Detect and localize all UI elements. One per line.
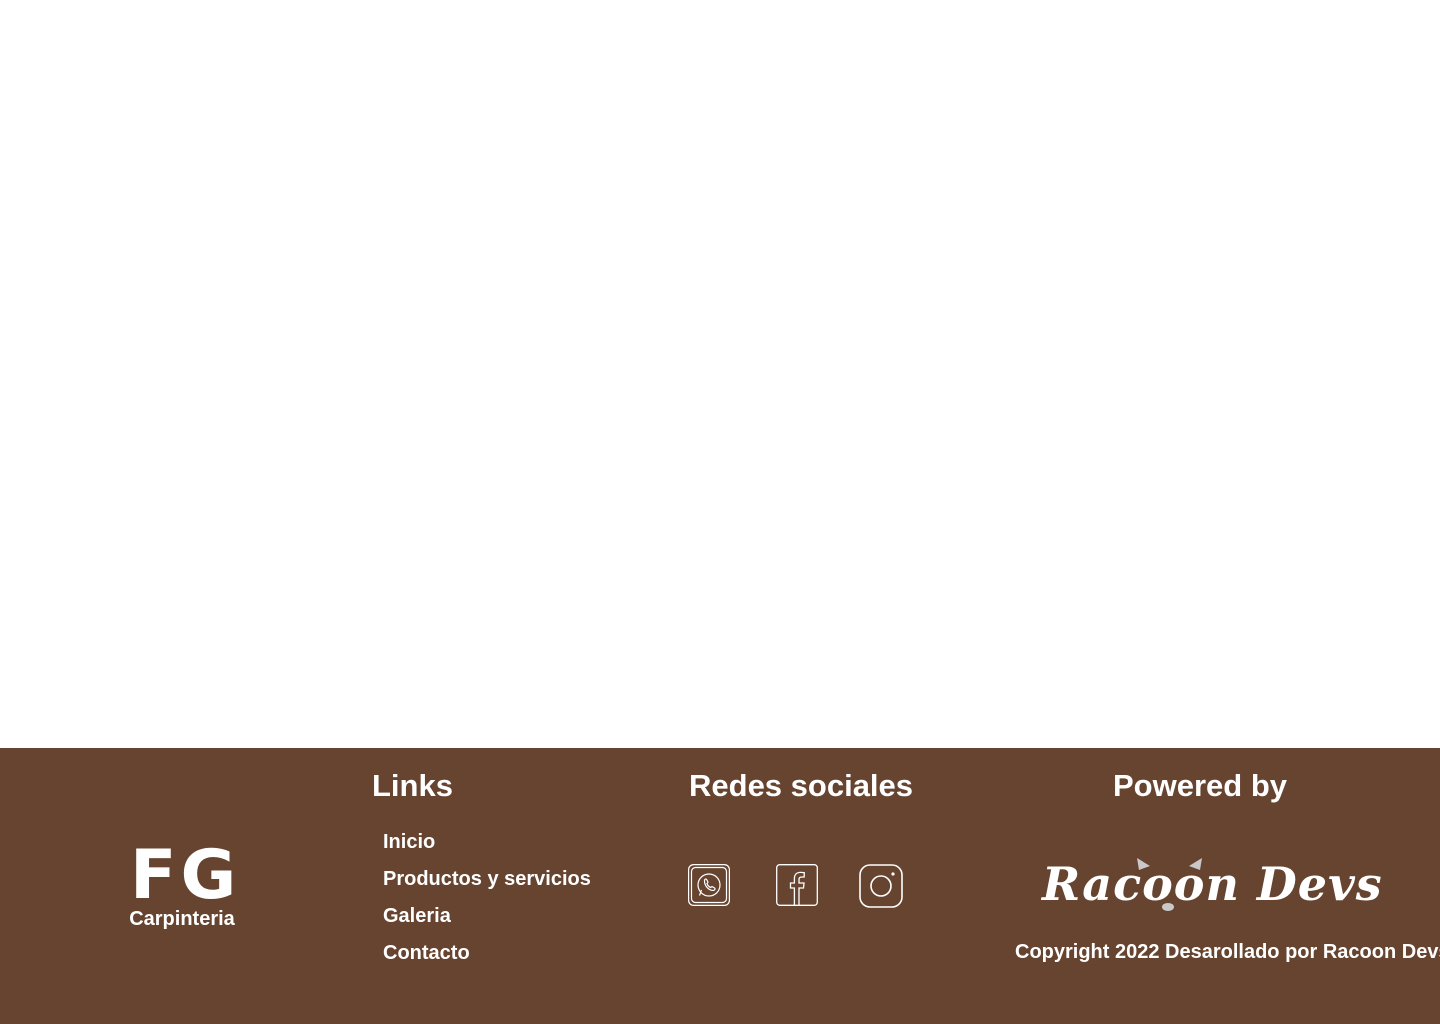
brand-logo[interactable]: FG Carpinteria xyxy=(129,836,241,931)
footer-link-productos-y-servicios[interactable]: Productos y servicios xyxy=(383,867,591,904)
brand-subtitle: Carpinteria xyxy=(129,908,235,930)
footer-link-inicio[interactable]: Inicio xyxy=(383,830,591,867)
whatsapp-icon[interactable] xyxy=(688,864,730,906)
links-heading: Links xyxy=(372,768,453,803)
racoon-ears-icon xyxy=(1137,858,1202,911)
facebook-icon[interactable] xyxy=(776,864,818,906)
copyright-text: Copyright 2022 Desarollado por Racoon De… xyxy=(1015,941,1440,963)
powered-by-heading: Powered by xyxy=(1113,768,1287,803)
main-content-area xyxy=(0,0,1440,748)
footer-link-galeria[interactable]: Galeria xyxy=(383,904,591,941)
instagram-icon[interactable] xyxy=(859,864,903,908)
site-footer: FG Carpinteria Links Inicio Productos y … xyxy=(0,748,1440,1024)
brand-mark: FG xyxy=(130,836,241,915)
footer-link-contacto[interactable]: Contacto xyxy=(383,941,591,978)
racoon-devs-logo[interactable]: Racoon Devs xyxy=(1042,852,1382,916)
footer-links-list: Inicio Productos y servicios Galeria Con… xyxy=(383,830,591,978)
page: FG Carpinteria Links Inicio Productos y … xyxy=(0,0,1440,1024)
social-heading: Redes sociales xyxy=(689,768,914,803)
